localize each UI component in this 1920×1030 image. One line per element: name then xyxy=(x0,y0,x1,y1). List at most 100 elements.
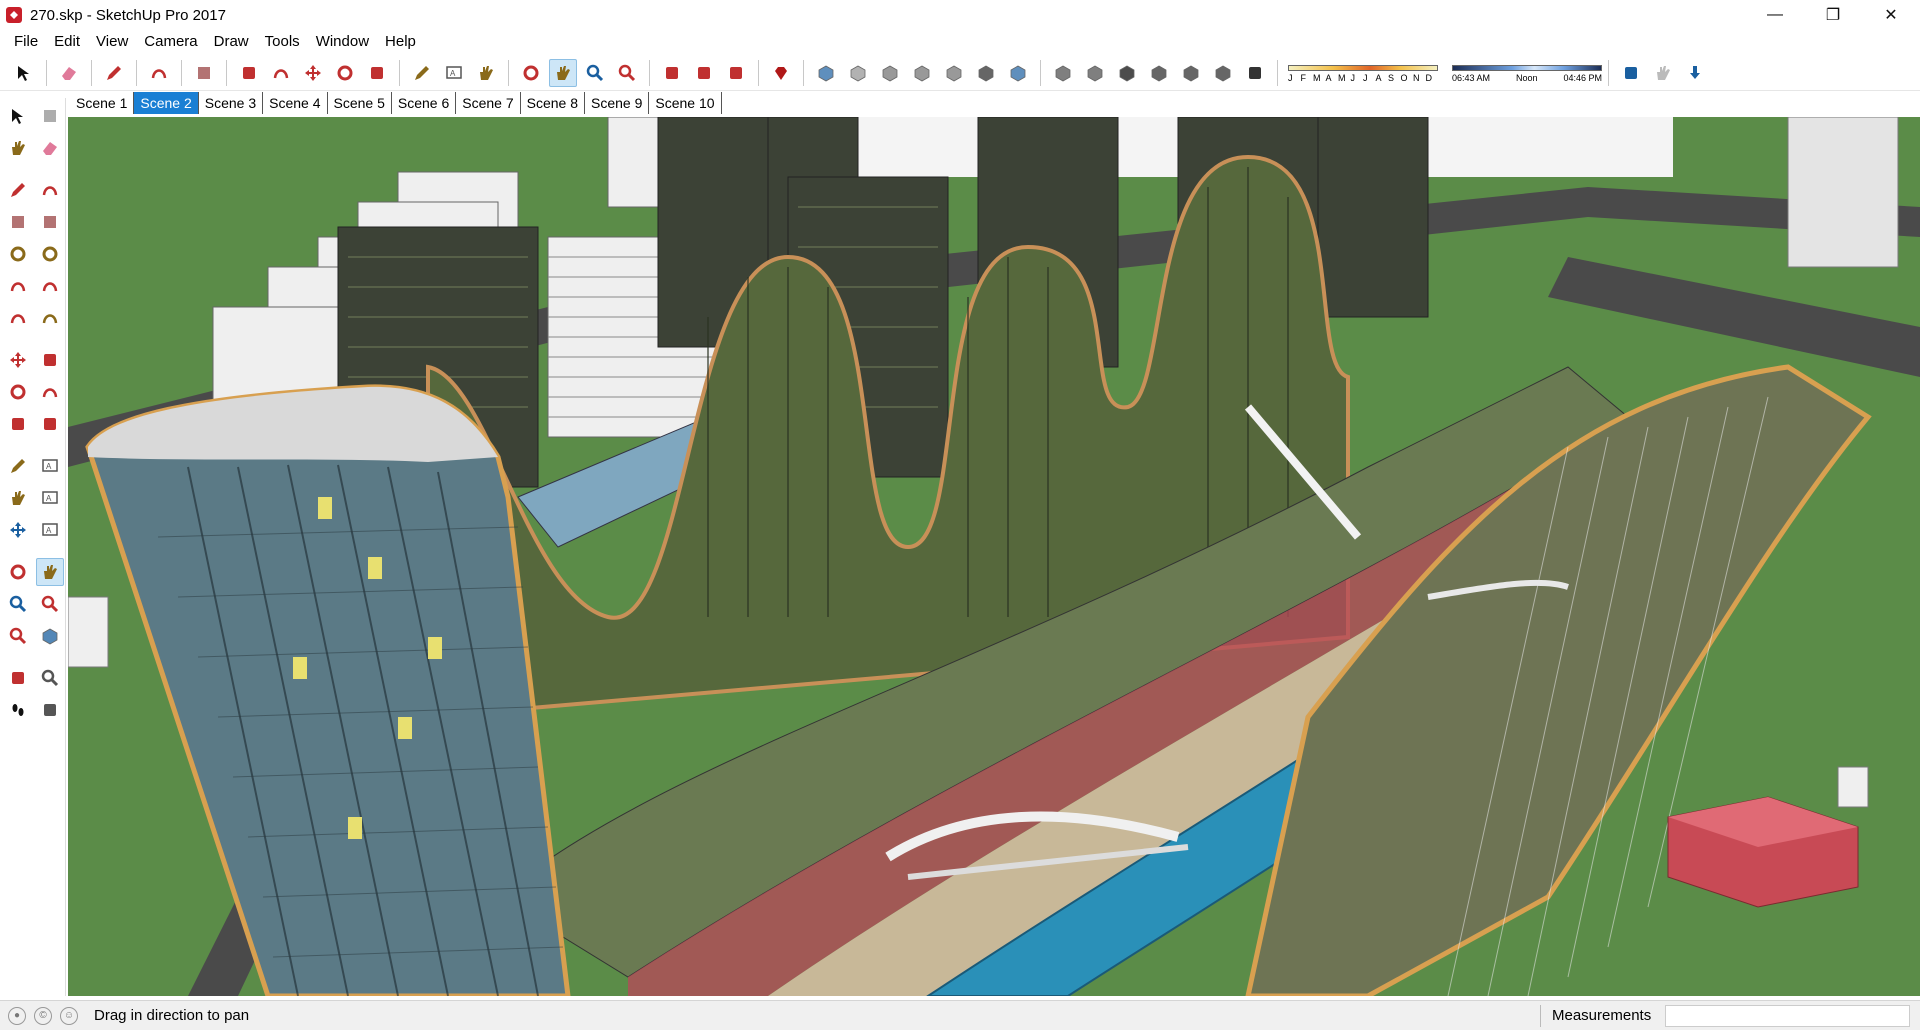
scale-tool-button[interactable] xyxy=(363,59,391,87)
model-info-tool-button[interactable] xyxy=(1617,59,1645,87)
scene-tab-3[interactable]: Scene 3 xyxy=(199,92,264,114)
wireframe-style-tool-button[interactable] xyxy=(876,59,904,87)
text-tool-button[interactable]: A xyxy=(440,59,468,87)
push-pull-tool-button[interactable] xyxy=(235,59,263,87)
zoom-extents-tool-button[interactable] xyxy=(4,622,32,650)
scene-tab-10[interactable]: Scene 10 xyxy=(649,92,722,114)
menu-edit[interactable]: Edit xyxy=(46,33,88,50)
shadow-month-bar[interactable] xyxy=(1288,65,1438,71)
hiddenline-style-tool-button[interactable] xyxy=(908,59,936,87)
pan-hand-tool-button[interactable] xyxy=(36,558,64,586)
shadow-date-slider[interactable]: JFMAMJJASOND xyxy=(1288,62,1438,83)
eraser-tool-button[interactable] xyxy=(36,134,64,162)
scene-tab-2[interactable]: Scene 2 xyxy=(134,92,199,114)
tape-measure-tool-button[interactable] xyxy=(408,59,436,87)
menu-view[interactable]: View xyxy=(88,33,136,50)
scene-tab-7[interactable]: Scene 7 xyxy=(456,92,521,114)
menu-tools[interactable]: Tools xyxy=(257,33,308,50)
paint-bucket-tool-button[interactable] xyxy=(472,59,500,87)
select-arrow-tool-button[interactable] xyxy=(4,102,32,130)
scene-tab-6[interactable]: Scene 6 xyxy=(392,92,457,114)
scene-tab-9[interactable]: Scene 9 xyxy=(585,92,650,114)
back-view-tool-button[interactable] xyxy=(1177,59,1205,87)
warehouse-tool-button[interactable] xyxy=(658,59,686,87)
zoom-tool-button[interactable] xyxy=(581,59,609,87)
shadows-toggle-tool-button[interactable] xyxy=(1241,59,1269,87)
shaded-textures-style-tool-button[interactable] xyxy=(972,59,1000,87)
scene-tab-4[interactable]: Scene 4 xyxy=(263,92,328,114)
geo-location-icon[interactable]: ● xyxy=(8,1006,26,1025)
rotate-tool-button[interactable] xyxy=(4,378,32,406)
previous-view-tool-button[interactable] xyxy=(36,622,64,650)
menu-draw[interactable]: Draw xyxy=(206,33,257,50)
3d-text-tool-button[interactable]: A xyxy=(36,516,64,544)
close-button[interactable]: ✕ xyxy=(1862,0,1920,30)
scene-tab-1[interactable]: Scene 1 xyxy=(70,92,135,114)
rotated-rectangle-tool-button[interactable] xyxy=(36,208,64,236)
xray-style-tool-button[interactable] xyxy=(812,59,840,87)
freehand-tool-button[interactable] xyxy=(145,59,173,87)
download-arrow-tool-button[interactable] xyxy=(1681,59,1709,87)
move-tool-button[interactable] xyxy=(4,346,32,374)
eraser-tool-button[interactable] xyxy=(55,59,83,87)
zoom-extents-tool-button[interactable] xyxy=(613,59,641,87)
zoom-tool-button[interactable] xyxy=(4,590,32,618)
extension-warehouse-tool-button[interactable] xyxy=(690,59,718,87)
shadow-time-bar[interactable] xyxy=(1452,65,1602,71)
ruby-tool-button[interactable] xyxy=(767,59,795,87)
arc-tool-button[interactable] xyxy=(4,272,32,300)
push-pull-tool-button[interactable] xyxy=(36,346,64,374)
menu-camera[interactable]: Camera xyxy=(136,33,205,50)
axes-tool-button[interactable] xyxy=(4,516,32,544)
left-view-tool-button[interactable] xyxy=(1209,59,1237,87)
offset-tool-button[interactable] xyxy=(36,410,64,438)
select-arrow-tool-button[interactable] xyxy=(10,59,38,87)
pie-tool-button[interactable] xyxy=(36,304,64,332)
dimension-tool-button[interactable]: A xyxy=(36,452,64,480)
orbit-tool-button[interactable] xyxy=(517,59,545,87)
zoom-window-tool-button[interactable] xyxy=(36,590,64,618)
text-tool-button[interactable]: A xyxy=(36,484,64,512)
model-render[interactable] xyxy=(68,117,1920,996)
look-around-tool-button[interactable] xyxy=(36,664,64,692)
menu-file[interactable]: File xyxy=(6,33,46,50)
menu-help[interactable]: Help xyxy=(377,33,424,50)
scene-tab-5[interactable]: Scene 5 xyxy=(328,92,392,114)
user-account-icon[interactable]: ☺ xyxy=(60,1006,78,1025)
pencil-line-tool-button[interactable] xyxy=(100,59,128,87)
walk-footprints-tool-button[interactable] xyxy=(4,696,32,724)
rectangle-tool-button[interactable] xyxy=(4,208,32,236)
shaded-style-tool-button[interactable] xyxy=(940,59,968,87)
3d-viewport[interactable] xyxy=(68,117,1920,996)
move-tool-button[interactable] xyxy=(299,59,327,87)
measurements-input[interactable] xyxy=(1665,1005,1910,1027)
three-point-arc-tool-button[interactable] xyxy=(4,304,32,332)
follow-me-tool-button[interactable] xyxy=(36,378,64,406)
scale-tool-button[interactable] xyxy=(4,410,32,438)
protractor-tool-button[interactable] xyxy=(4,484,32,512)
circle-tool-button[interactable] xyxy=(4,240,32,268)
position-camera-tool-button[interactable] xyxy=(4,664,32,692)
paint-bucket-tool-button[interactable] xyxy=(4,134,32,162)
section-plane-tool-button[interactable] xyxy=(36,696,64,724)
orbit-tool-button[interactable] xyxy=(4,558,32,586)
freehand-tool-button[interactable] xyxy=(36,176,64,204)
make-component-tool-button[interactable] xyxy=(36,102,64,130)
two-point-arc-tool-button[interactable] xyxy=(36,272,64,300)
credits-icon[interactable]: © xyxy=(34,1006,52,1025)
minimize-button[interactable]: — xyxy=(1746,0,1804,30)
follow-me-tool-button[interactable] xyxy=(267,59,295,87)
tape-measure-tool-button[interactable] xyxy=(4,452,32,480)
polygon-tool-button[interactable] xyxy=(36,240,64,268)
iso-view-tool-button[interactable] xyxy=(1049,59,1077,87)
maximize-button[interactable]: ❐ xyxy=(1804,0,1862,30)
shadow-time-slider[interactable]: 06:43 AM Noon 04:46 PM xyxy=(1452,62,1602,83)
hand-pointer-tool-button[interactable] xyxy=(1649,59,1677,87)
pan-hand-tool-button[interactable] xyxy=(549,58,577,87)
scene-tab-8[interactable]: Scene 8 xyxy=(521,92,585,114)
rotate-tool-button[interactable] xyxy=(331,59,359,87)
front-view-tool-button[interactable] xyxy=(1113,59,1141,87)
layout-send-tool-button[interactable] xyxy=(722,59,750,87)
right-view-tool-button[interactable] xyxy=(1145,59,1173,87)
menu-window[interactable]: Window xyxy=(308,33,377,50)
